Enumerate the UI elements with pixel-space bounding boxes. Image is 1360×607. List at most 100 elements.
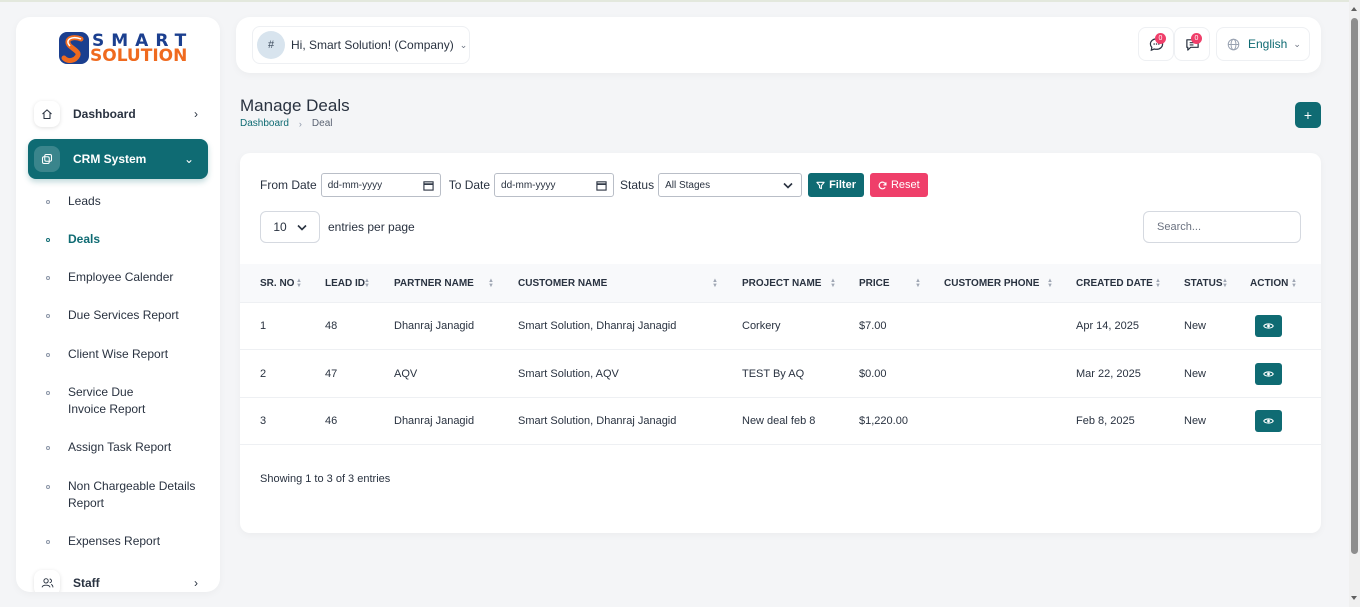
to-date-input[interactable]: dd-mm-yyyy	[494, 173, 615, 197]
chevron-down-icon: ⌄	[184, 152, 195, 166]
column-header-price[interactable]: PRICE	[859, 278, 890, 289]
breadcrumb-current: Deal	[311, 118, 333, 129]
view-deal-button[interactable]	[1255, 315, 1282, 337]
sidebar-item-staff[interactable]: Staff ›	[34, 568, 208, 592]
page-scrollbar[interactable]	[1349, 0, 1360, 607]
sidebar-subitem-expenses-report[interactable]: Expenses Report	[46, 533, 206, 550]
page-title: Manage Deals	[240, 96, 350, 115]
language-selector[interactable]: English ⌄	[1216, 27, 1310, 61]
view-deal-button[interactable]	[1255, 410, 1282, 432]
cell-lead-id: 47	[325, 368, 338, 380]
sort-icon[interactable]: ▲ ▼	[364, 278, 370, 289]
from-date-label: From Date	[260, 178, 317, 192]
chevron-down-icon: ⌄	[1293, 38, 1301, 49]
chevron-right-icon: ›	[298, 118, 302, 129]
sidebar-subitem-client-wise-report[interactable]: Client Wise Report	[46, 346, 206, 363]
logo-s-icon	[59, 32, 89, 64]
sidebar-subitem-due-services-report[interactable]: Due Services Report	[46, 307, 206, 324]
cell-sr-no: 1	[260, 320, 267, 332]
sidebar-subitem-label: Deals	[68, 232, 101, 246]
scroll-down-icon[interactable]	[1351, 596, 1357, 600]
search-input[interactable]: Search...	[1143, 211, 1301, 243]
table-header: SR. NO ▲ ▼ LEAD ID ▲ ▼ PARTNER NAME ▲ ▼ CUS…	[240, 264, 1321, 303]
column-header-status[interactable]: STATUS	[1184, 278, 1223, 289]
from-date-input[interactable]: dd-mm-yyyy	[320, 173, 441, 197]
chevron-down-icon: ⌄	[459, 39, 468, 50]
sidebar: SMART SOLUTION Dashboard › CRM System ⌄ …	[16, 17, 220, 592]
messages-button[interactable]: 0	[1138, 27, 1174, 61]
cell-lead-id: 48	[325, 320, 338, 332]
sidebar-subitem-label: Employee Calender	[68, 270, 174, 284]
sort-icon[interactable]: ▲ ▼	[488, 278, 494, 289]
filter-button[interactable]: Filter	[808, 173, 864, 197]
sidebar-subitem-non-chargeable-details-report[interactable]: Non Chargeable Details Report	[46, 478, 196, 512]
sort-icon[interactable]: ▲ ▼	[1155, 278, 1161, 289]
view-deal-button[interactable]	[1255, 363, 1282, 385]
sidebar-item-dashboard[interactable]: Dashboard ›	[34, 99, 208, 129]
cell-customer-name: Smart Solution, Dhanraj Janagid	[518, 415, 677, 427]
sidebar-subitem-deals[interactable]: Deals	[46, 231, 206, 248]
scroll-up-icon[interactable]	[1351, 7, 1357, 11]
sort-icon[interactable]: ▲ ▼	[915, 278, 921, 289]
sidebar-subitem-assign-task-report[interactable]: Assign Task Report	[46, 439, 206, 456]
column-header-created-date[interactable]: CREATED DATE	[1076, 278, 1153, 289]
column-header-partner-name[interactable]: PARTNER NAME	[394, 278, 474, 289]
sidebar-subitem-label: Assign Task Report	[68, 440, 172, 454]
bullet-icon	[46, 276, 50, 280]
sort-icon[interactable]: ▲ ▼	[712, 278, 718, 289]
column-header-lead-id[interactable]: LEAD ID	[325, 278, 365, 289]
cell-created-date: Apr 14, 2025	[1076, 320, 1139, 332]
calendar-icon	[596, 180, 607, 191]
column-header-customer-phone[interactable]: CUSTOMER PHONE	[944, 278, 1039, 289]
cell-partner-name: Dhanraj Janagid	[394, 320, 475, 332]
top-border	[0, 0, 1360, 2]
scrollbar-thumb[interactable]	[1351, 18, 1358, 554]
sort-icon[interactable]: ▲ ▼	[1222, 278, 1228, 289]
logo-text-bottom: SOLUTION	[90, 46, 188, 66]
sidebar-subitem-leads[interactable]: Leads	[46, 193, 206, 210]
user-menu-button[interactable]: # Hi, Smart Solution! (Company) ⌄	[252, 26, 470, 64]
column-label: CUSTOMER PHONE	[944, 278, 1040, 289]
globe-icon	[1227, 38, 1240, 50]
calendar-icon	[423, 180, 434, 191]
cell-project-name: TEST By AQ	[742, 368, 805, 380]
add-deal-button[interactable]: +	[1295, 102, 1321, 128]
avatar: #	[257, 31, 285, 59]
sort-icon[interactable]: ▲ ▼	[830, 278, 836, 289]
users-icon	[34, 570, 60, 592]
bullet-icon	[46, 353, 50, 357]
column-header-customer-name[interactable]: CUSTOMER NAME	[518, 278, 607, 289]
column-header-sr-no[interactable]: SR. NO	[260, 278, 294, 289]
status-select[interactable]: All Stages	[658, 173, 803, 197]
chat-button[interactable]: 0	[1174, 27, 1210, 61]
sidebar-subitem-employee-calender[interactable]: Employee Calender	[46, 269, 206, 286]
chevron-down-icon	[783, 182, 793, 189]
sidebar-item-label: Staff	[73, 576, 100, 590]
breadcrumb-dashboard[interactable]: Dashboard	[240, 118, 289, 129]
entries-per-page-select[interactable]: 10	[260, 211, 320, 243]
logo[interactable]: SMART SOLUTION	[58, 31, 188, 67]
column-header-action[interactable]: ACTION	[1250, 278, 1288, 289]
sort-icon[interactable]: ▲ ▼	[1047, 278, 1053, 289]
sort-icon[interactable]: ▲ ▼	[1291, 278, 1297, 289]
entries-value: 10	[273, 220, 287, 234]
column-label: LEAD ID	[325, 278, 365, 289]
deals-table: SR. NO ▲ ▼ LEAD ID ▲ ▼ PARTNER NAME ▲ ▼ CUS…	[240, 264, 1321, 445]
column-label: PRICE	[859, 278, 890, 289]
bullet-icon	[46, 314, 50, 318]
reset-button[interactable]: Reset	[869, 173, 928, 197]
column-label: SR. NO	[260, 278, 295, 289]
status-label: Status	[620, 178, 655, 192]
sidebar-item-crm-system[interactable]: CRM System ⌄	[28, 139, 208, 179]
status-selected-value: All Stages	[665, 179, 711, 191]
sidebar-item-label: Dashboard	[73, 107, 136, 121]
to-date-placeholder: dd-mm-yyyy	[501, 179, 556, 191]
top-header: # Hi, Smart Solution! (Company) ⌄ 0 0 En…	[236, 17, 1321, 73]
column-label: PROJECT NAME	[742, 278, 822, 289]
bullet-icon	[46, 238, 50, 242]
eye-icon	[1263, 323, 1274, 329]
sort-icon[interactable]: ▲ ▼	[296, 278, 302, 289]
sidebar-subitem-service-due-invoice-report[interactable]: Service Due Invoice Report	[46, 384, 166, 418]
crm-icon	[34, 146, 60, 172]
column-header-project-name[interactable]: PROJECT NAME	[742, 278, 821, 289]
